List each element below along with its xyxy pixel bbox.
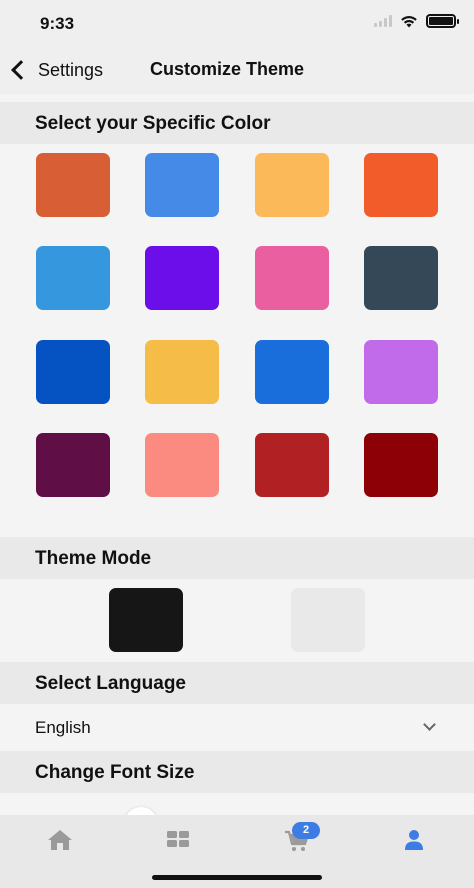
theme-dark-swatch[interactable] [109, 588, 183, 652]
color-swatch[interactable] [36, 433, 110, 497]
battery-icon [426, 14, 459, 28]
signal-icon [374, 15, 392, 27]
home-icon [48, 830, 72, 850]
theme-section-header: Theme Mode [0, 537, 474, 579]
theme-section-title: Theme Mode [35, 548, 152, 569]
chevron-left-icon [11, 60, 31, 80]
color-swatch[interactable] [255, 433, 329, 497]
color-swatch[interactable] [145, 153, 219, 217]
back-label: Settings [38, 59, 104, 80]
color-swatch[interactable] [36, 153, 110, 217]
font-section-title: Change Font Size [35, 762, 195, 783]
language-section-title: Select Language [35, 673, 186, 694]
color-section-header: Select your Specific Color [0, 102, 474, 144]
color-swatch[interactable] [145, 433, 219, 497]
home-indicator [152, 875, 322, 880]
grid-icon [167, 831, 189, 847]
status-icons [374, 14, 459, 28]
status-time: 9:33 [40, 14, 75, 33]
chevron-down-icon [423, 718, 436, 731]
tab-categories[interactable] [148, 829, 208, 863]
color-swatch[interactable] [364, 246, 438, 310]
color-swatch[interactable] [255, 340, 329, 404]
page-title: Customize Theme [150, 59, 305, 79]
theme-light-swatch[interactable] [291, 588, 365, 652]
back-button[interactable]: Settings [8, 54, 103, 86]
color-swatch[interactable] [255, 153, 329, 217]
wifi-icon [401, 15, 417, 27]
color-swatch[interactable] [364, 433, 438, 497]
tab-home[interactable] [30, 829, 90, 863]
color-swatch[interactable] [255, 246, 329, 310]
color-swatch[interactable] [36, 340, 110, 404]
cart-badge: 2 [292, 822, 320, 839]
theme-mode-row [0, 579, 474, 662]
language-section-header: Select Language [0, 662, 474, 704]
color-section-title: Select your Specific Color [35, 113, 271, 134]
color-swatch[interactable] [145, 246, 219, 310]
tab-profile[interactable] [384, 829, 444, 863]
language-select[interactable]: English [0, 704, 474, 750]
color-swatch[interactable] [364, 153, 438, 217]
user-icon [405, 830, 423, 850]
color-swatch[interactable] [145, 340, 219, 404]
status-bar: 9:33 [0, 0, 474, 46]
color-swatch[interactable] [364, 340, 438, 404]
font-section-header: Change Font Size [0, 751, 474, 793]
language-value: English [35, 718, 91, 737]
nav-bar: Settings Customize Theme [0, 46, 474, 94]
color-swatch-grid [0, 144, 474, 536]
color-swatch[interactable] [36, 246, 110, 310]
